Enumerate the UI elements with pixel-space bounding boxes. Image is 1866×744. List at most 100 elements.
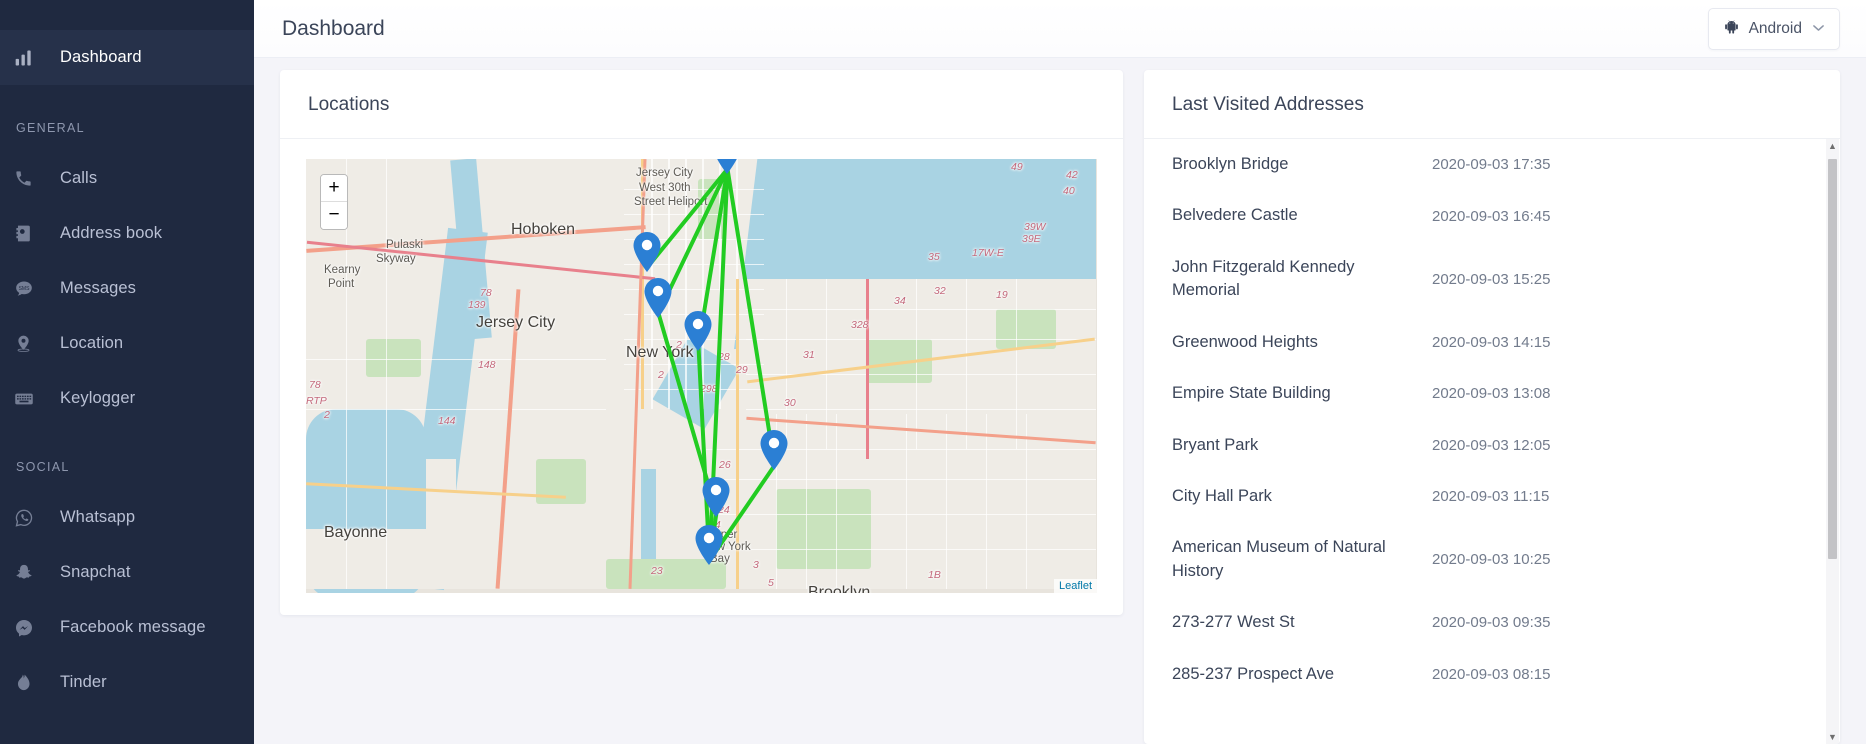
map-marker-pin-icon[interactable] bbox=[702, 477, 730, 522]
sidebar-item-whatsapp[interactable]: Whatsapp bbox=[0, 490, 254, 545]
map-marker-pin-icon[interactable] bbox=[695, 525, 723, 570]
map-place-label: Street Heliport bbox=[634, 196, 708, 208]
address-name: Greenwood Heights bbox=[1172, 332, 1318, 351]
sidebar-item-label: Messages bbox=[60, 279, 137, 298]
device-selector-label: Android bbox=[1748, 19, 1802, 37]
sidebar-item-address-book[interactable]: Address book bbox=[0, 206, 254, 261]
map-place-label: Hoboken bbox=[511, 221, 576, 238]
map-place-label: Pulaski bbox=[386, 239, 424, 251]
chart-bar-icon bbox=[14, 48, 60, 68]
address-row[interactable]: Brooklyn Bridge 2020-09-03 17:35 bbox=[1144, 139, 1840, 190]
map-container: 42 40 39W 39E 17W-E 19 35 32 34 328 31 2… bbox=[280, 139, 1123, 615]
map-marker-pin-icon[interactable] bbox=[633, 232, 661, 277]
addresses-scrollbar[interactable]: ▲ ▼ bbox=[1826, 139, 1839, 744]
map-zoom-controls[interactable]: + − bbox=[320, 174, 348, 230]
tinder-flame-icon bbox=[14, 673, 60, 692]
sidebar-section-social: SOCIAL bbox=[16, 460, 70, 474]
sidebar-item-snapchat[interactable]: Snapchat bbox=[0, 545, 254, 600]
address-timestamp: 2020-09-03 10:25 bbox=[1432, 551, 1551, 569]
map-marker-pin-icon[interactable] bbox=[714, 159, 741, 179]
address-row[interactable]: John Fitzgerald Kennedy Memorial 2020-09-… bbox=[1144, 242, 1840, 317]
address-row[interactable]: 273-277 West St 2020-09-03 09:35 bbox=[1144, 597, 1840, 648]
address-timestamp: 2020-09-03 17:35 bbox=[1432, 156, 1551, 174]
map-pin-icon bbox=[14, 334, 60, 353]
address-row[interactable]: Belvedere Castle 2020-09-03 16:45 bbox=[1144, 190, 1840, 241]
map-place-label: Skyway bbox=[376, 253, 416, 265]
map-place-label: Brooklyn bbox=[808, 584, 871, 593]
sidebar-item-label: Keylogger bbox=[60, 389, 136, 408]
zoom-out-button[interactable]: − bbox=[321, 202, 347, 229]
map-place-label: West 30th bbox=[639, 182, 691, 194]
sidebar-item-messages[interactable]: SMS Messages bbox=[0, 261, 254, 316]
sidebar-item-label: Facebook message bbox=[60, 618, 206, 637]
address-name: American Museum of Natural History bbox=[1172, 538, 1386, 580]
address-timestamp: 2020-09-03 13:08 bbox=[1432, 385, 1551, 403]
page-title: Dashboard bbox=[282, 16, 385, 40]
sidebar-item-label: Location bbox=[60, 334, 124, 353]
address-row[interactable]: Greenwood Heights 2020-09-03 14:15 bbox=[1144, 317, 1840, 368]
sidebar-item-keylogger[interactable]: Keylogger bbox=[0, 371, 254, 426]
whatsapp-icon bbox=[14, 508, 60, 528]
sidebar-item-label: Whatsapp bbox=[60, 508, 136, 527]
address-timestamp: 2020-09-03 09:35 bbox=[1432, 614, 1551, 632]
sidebar-item-label: Tinder bbox=[60, 673, 107, 692]
sidebar-item-location[interactable]: Location bbox=[0, 316, 254, 371]
map-marker-pin-icon[interactable] bbox=[644, 278, 672, 323]
messenger-icon bbox=[14, 618, 60, 638]
address-row[interactable]: City Hall Park 2020-09-03 11:15 bbox=[1144, 471, 1840, 522]
sidebar-item-tinder[interactable]: Tinder bbox=[0, 655, 254, 710]
addresses-list: Brooklyn Bridge 2020-09-03 17:35 Belvedere… bbox=[1144, 139, 1840, 700]
map-place-label: Jersey City bbox=[476, 314, 556, 331]
address-name: John Fitzgerald Kennedy Memorial bbox=[1172, 257, 1355, 300]
addresses-scroll-area[interactable]: Brooklyn Bridge 2020-09-03 17:35 Belvedere… bbox=[1144, 139, 1840, 744]
address-row[interactable]: 285-237 Prospect Ave 2020-09-03 08:15 bbox=[1144, 649, 1840, 700]
phone-icon bbox=[14, 169, 60, 188]
android-robot-icon bbox=[1723, 18, 1740, 40]
top-bar: Dashboard Android bbox=[254, 0, 1866, 58]
sidebar-item-facebook-message[interactable]: Facebook message bbox=[0, 600, 254, 655]
address-name: City Hall Park bbox=[1172, 486, 1272, 505]
address-timestamp: 2020-09-03 15:25 bbox=[1432, 270, 1551, 288]
zoom-in-button[interactable]: + bbox=[321, 175, 347, 202]
device-selector-button[interactable]: Android bbox=[1707, 7, 1840, 50]
sidebar-item-label: Dashboard bbox=[60, 48, 142, 67]
sidebar-section-general: GENERAL bbox=[16, 121, 85, 135]
leaflet-map[interactable]: 42 40 39W 39E 17W-E 19 35 32 34 328 31 2… bbox=[306, 159, 1097, 593]
sidebar-item-label: Address book bbox=[60, 224, 163, 243]
address-row[interactable]: Bryant Park 2020-09-03 12:05 bbox=[1144, 420, 1840, 471]
sidebar-item-label: Calls bbox=[60, 169, 98, 188]
address-row[interactable]: Empire State Building 2020-09-03 13:08 bbox=[1144, 368, 1840, 419]
sidebar-item-calls[interactable]: Calls bbox=[0, 151, 254, 206]
scroll-up-arrow-icon[interactable]: ▲ bbox=[1826, 139, 1839, 153]
sidebar-item-label: Snapchat bbox=[60, 563, 131, 582]
address-name: 273-277 West St bbox=[1172, 613, 1295, 632]
address-row[interactable]: American Museum of Natural History 2020-0… bbox=[1144, 522, 1840, 597]
address-name: Belvedere Castle bbox=[1172, 206, 1298, 225]
address-timestamp: 2020-09-03 14:15 bbox=[1432, 333, 1551, 351]
map-place-label: New York bbox=[626, 344, 694, 361]
address-timestamp: 2020-09-03 16:45 bbox=[1432, 207, 1551, 225]
dashboard-content: Locations 42 40 39W 39E 17W-E 19 35 32 3… bbox=[254, 58, 1866, 744]
scroll-down-arrow-icon[interactable]: ▼ bbox=[1826, 730, 1839, 744]
address-book-icon bbox=[14, 224, 60, 243]
map-marker-pin-icon[interactable] bbox=[684, 311, 712, 356]
map-place-label: Jersey City bbox=[636, 167, 693, 179]
address-name: 285-237 Prospect Ave bbox=[1172, 664, 1335, 683]
snapchat-ghost-icon bbox=[14, 563, 60, 583]
map-place-label: Point bbox=[328, 278, 355, 290]
address-name: Bryant Park bbox=[1172, 435, 1259, 454]
map-place-label: Kearny bbox=[324, 264, 361, 276]
scrollbar-thumb[interactable] bbox=[1828, 159, 1837, 559]
address-timestamp: 2020-09-03 12:05 bbox=[1432, 436, 1551, 454]
svg-text:SMS: SMS bbox=[19, 285, 31, 291]
sidebar-item-dashboard[interactable]: Dashboard bbox=[0, 30, 254, 85]
address-name: Brooklyn Bridge bbox=[1172, 155, 1289, 173]
locations-card: Locations 42 40 39W 39E 17W-E 19 35 32 3… bbox=[280, 70, 1123, 615]
map-marker-pin-icon[interactable] bbox=[760, 430, 788, 475]
locations-card-title: Locations bbox=[280, 70, 1123, 139]
address-timestamp: 2020-09-03 11:15 bbox=[1432, 488, 1550, 506]
address-name: Empire State Building bbox=[1172, 384, 1331, 403]
main-area: Dashboard Android Locations 42 40 39W 39… bbox=[254, 0, 1866, 744]
sidebar-top-spacer bbox=[0, 0, 254, 30]
leaflet-attribution-link[interactable]: Leaflet bbox=[1053, 579, 1097, 593]
